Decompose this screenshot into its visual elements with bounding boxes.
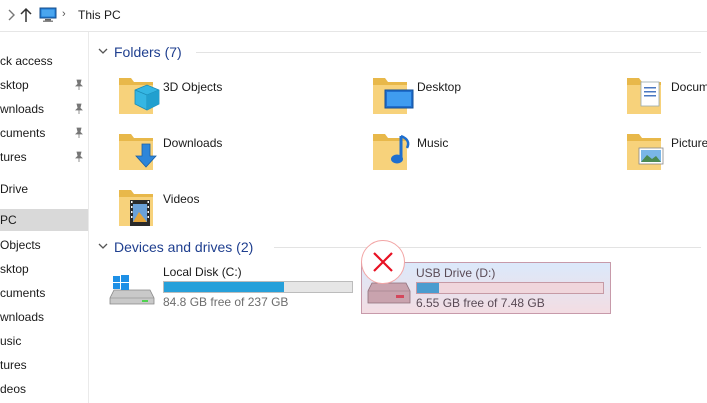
sidebar-item-videos[interactable]: deos — [0, 378, 88, 400]
sidebar-item-label: usic — [0, 334, 22, 348]
folder-desktop[interactable]: Desktop — [371, 72, 611, 122]
sidebar-item-downloads[interactable]: wnloads — [0, 98, 88, 120]
folder-downloads[interactable]: Downloads — [117, 128, 357, 178]
section-divider — [274, 247, 701, 248]
sidebar-item-label: sktop — [0, 78, 29, 92]
sidebar-item-label: Objects — [0, 238, 41, 252]
sidebar-item-this-pc[interactable]: PC — [0, 209, 88, 231]
sidebar-item-documents[interactable]: cuments — [0, 122, 88, 144]
folder-label: Music — [417, 136, 449, 150]
videos-folder-icon — [119, 190, 153, 226]
folder-3d-objects[interactable]: 3D Objects — [117, 72, 357, 122]
drives-section-header[interactable]: Devices and drives (2) — [98, 238, 278, 256]
folder-videos[interactable]: Videos — [117, 184, 357, 234]
drive-usage-fill — [164, 282, 285, 292]
folder-label: Videos — [163, 192, 200, 206]
sidebar-item-desktop[interactable]: sktop — [0, 74, 88, 96]
sidebar-item-label: tures — [0, 150, 27, 164]
sidebar-item-pictures-pc[interactable]: tures — [0, 354, 88, 376]
pin-icon[interactable] — [74, 127, 84, 139]
sidebar-item-label: Drive — [0, 182, 29, 196]
folder-label: Downloads — [163, 136, 223, 150]
chevron-down-icon[interactable] — [98, 241, 108, 251]
sidebar-item-label: cuments — [0, 126, 46, 140]
sidebar-item-label: deos — [0, 382, 27, 396]
sidebar-item-music[interactable]: usic — [0, 330, 88, 352]
sidebar-item-pictures[interactable]: tures — [0, 146, 88, 168]
pin-icon[interactable] — [74, 79, 84, 91]
sidebar-item-label: cuments — [0, 286, 46, 300]
navigation-pane: ck access sktop wnloads cuments tures Dr… — [0, 32, 89, 403]
sidebar-item-label: wnloads — [0, 310, 45, 324]
folder-pictures[interactable]: Picture — [625, 128, 707, 178]
drives-section-title: Devices and drives (2) — [114, 239, 254, 255]
folders-section-title: Folders (7) — [114, 44, 182, 60]
drive-usage-fill — [417, 283, 440, 293]
drive-usage-bar — [416, 282, 604, 294]
drive-free-space: 84.8 GB free of 237 GB — [163, 295, 289, 309]
sidebar-item-quick-access[interactable]: ck access — [0, 50, 88, 72]
drive-free-space: 6.55 GB free of 7.48 GB — [416, 296, 545, 310]
breadcrumb-separator: › — [62, 8, 66, 20]
forward-chevron-icon[interactable] — [6, 8, 18, 22]
sidebar-item-documents-pc[interactable]: cuments — [0, 282, 88, 304]
chevron-down-icon[interactable] — [98, 46, 108, 56]
sidebar-item-downloads-pc[interactable]: wnloads — [0, 306, 88, 328]
music-folder-icon — [373, 134, 410, 170]
downloads-folder-icon — [119, 134, 157, 170]
drive-name: Local Disk (C:) — [163, 265, 242, 279]
sidebar-item-label: sktop — [0, 262, 29, 276]
folders-section-header[interactable]: Folders (7) — [98, 43, 208, 61]
pictures-folder-icon — [627, 134, 664, 170]
drive-name: USB Drive (D:) — [416, 266, 496, 280]
sidebar-item-label: tures — [0, 358, 27, 372]
section-divider — [196, 52, 701, 53]
3d-objects-folder-icon — [119, 78, 160, 114]
up-arrow-icon[interactable] — [19, 6, 33, 24]
sidebar-item-label: PC — [0, 213, 17, 227]
folder-music[interactable]: Music — [371, 128, 611, 178]
folder-label: Docum — [671, 80, 707, 94]
folder-label: Picture — [671, 136, 707, 150]
windows-drive-icon — [109, 275, 155, 305]
sidebar-item-label: wnloads — [0, 102, 45, 116]
folder-label: 3D Objects — [163, 80, 223, 94]
error-badge — [361, 240, 405, 284]
sidebar-item-onedrive[interactable]: Drive — [0, 178, 88, 200]
drive-local-disk-c[interactable]: Local Disk (C:) 84.8 GB free of 237 GB — [109, 260, 359, 312]
desktop-folder-icon — [373, 78, 414, 114]
this-pc-icon — [39, 7, 57, 22]
pin-icon[interactable] — [74, 151, 84, 163]
drive-usage-bar — [163, 281, 353, 293]
sidebar-item-label: ck access — [0, 54, 53, 68]
breadcrumb-this-pc[interactable]: This PC — [78, 8, 121, 22]
documents-folder-icon — [627, 78, 661, 114]
sidebar-item-desktop-pc[interactable]: sktop — [0, 258, 88, 280]
folder-documents[interactable]: Docum — [625, 72, 707, 122]
sidebar-item-3d-objects[interactable]: Objects — [0, 234, 88, 256]
address-bar: › This PC — [0, 0, 707, 32]
close-icon — [373, 252, 393, 272]
folder-label: Desktop — [417, 80, 462, 94]
pin-icon[interactable] — [74, 103, 84, 115]
